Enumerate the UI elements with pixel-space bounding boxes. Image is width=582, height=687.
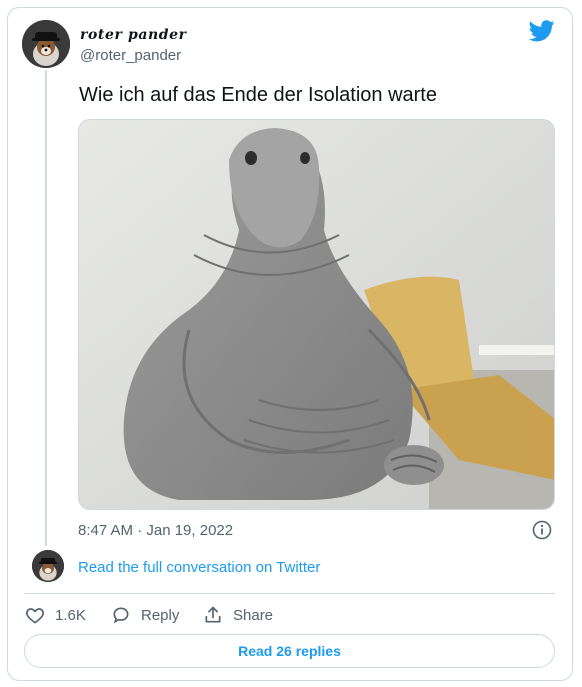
share-button[interactable]: Share <box>203 603 273 627</box>
like-button[interactable]: 1.6K <box>25 603 86 627</box>
twitter-bird-icon[interactable] <box>528 20 555 42</box>
reply-button[interactable]: Reply <box>111 603 179 627</box>
tweet-text: Wie ich auf das Ende der Isolation warte <box>79 84 437 106</box>
read-replies-button[interactable]: Read 26 replies <box>24 634 555 668</box>
reply-label: Reply <box>141 606 180 624</box>
info-icon[interactable] <box>532 520 552 540</box>
like-count: 1.6K <box>55 606 86 624</box>
share-icon <box>205 606 221 623</box>
author-avatar[interactable] <box>22 20 70 68</box>
author-name[interactable]: roter pander <box>80 27 187 43</box>
author-handle[interactable]: @roter_pander <box>80 47 181 64</box>
tweet-media-image[interactable] <box>78 119 555 510</box>
read-conversation-link[interactable]: Read the full conversation on Twitter <box>78 559 320 576</box>
viewer-avatar[interactable] <box>32 550 64 582</box>
tweet-timestamp[interactable]: 8:47 AM · Jan 19, 2022 <box>78 522 233 539</box>
reply-bubble-icon <box>113 607 129 624</box>
share-label: Share <box>233 606 274 624</box>
thread-line <box>45 70 47 546</box>
divider <box>24 593 555 594</box>
heart-icon <box>26 608 44 624</box>
